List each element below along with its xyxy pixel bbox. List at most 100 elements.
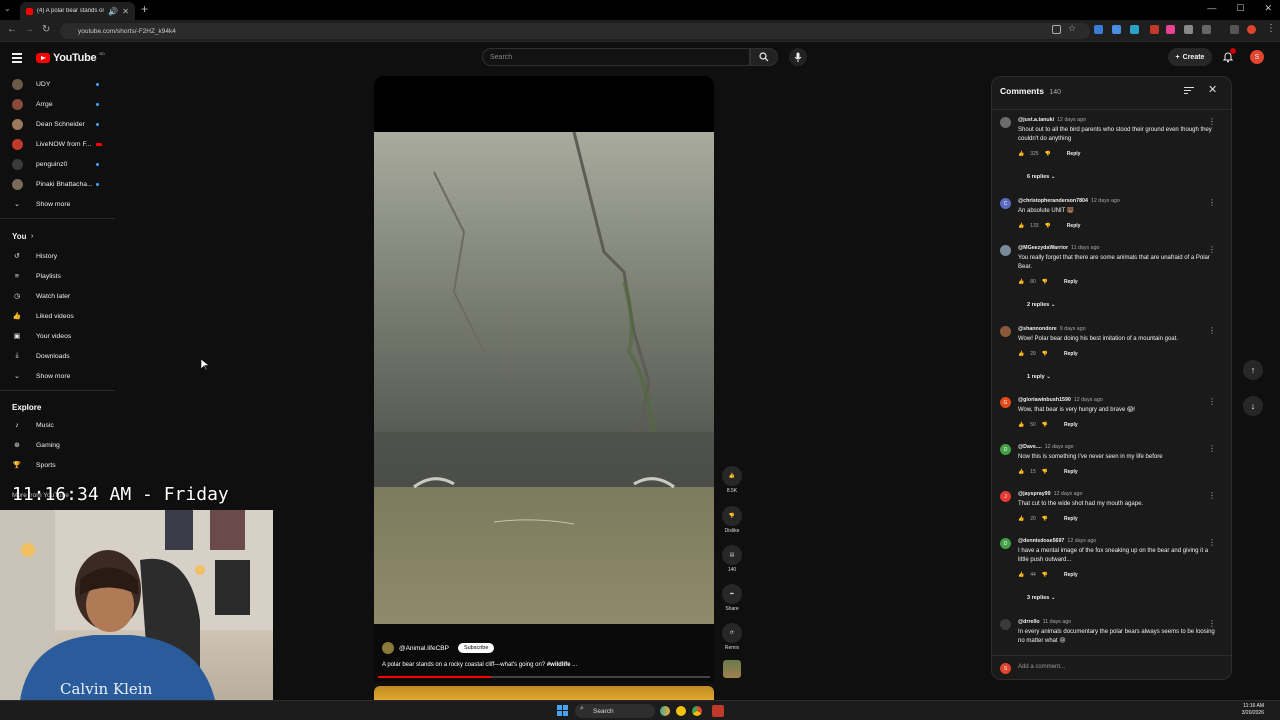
remix-button[interactable]: ⟳ Remix (720, 623, 744, 651)
next-short-button[interactable]: ↓ (1243, 396, 1263, 416)
subscription-item[interactable]: penguinz0 (0, 154, 115, 174)
extension-icon[interactable] (1166, 25, 1175, 34)
comment-more-icon[interactable]: ⋮ (1208, 538, 1216, 547)
browser-tab[interactable]: (4) A polar bear stands on 🔊 ✕ (20, 2, 135, 20)
tab-search-icon[interactable]: ⌄ (4, 4, 11, 13)
comment-more-icon[interactable]: ⋮ (1208, 444, 1216, 453)
extension-icon[interactable] (1094, 25, 1103, 34)
thumbs-up-icon[interactable]: 👍 (1018, 223, 1024, 229)
subscription-item[interactable]: Dean Schneider (0, 114, 115, 134)
widget-icon[interactable] (660, 706, 670, 716)
sidebar-item-music[interactable]: ♪ Music (0, 415, 115, 435)
next-short-preview[interactable] (374, 686, 714, 700)
commenter-avatar[interactable]: G (1000, 397, 1011, 408)
sidebar-item-liked-videos[interactable]: 👍 Liked videos (0, 306, 115, 326)
tab-audio-icon[interactable]: 🔊 (108, 7, 118, 16)
sidebar-item-downloads[interactable]: ⤓ Downloads (0, 346, 115, 366)
tab-close-icon[interactable]: ✕ (122, 7, 129, 16)
search-input[interactable]: Search (482, 48, 750, 66)
voice-search-button[interactable] (789, 48, 807, 66)
progress-bar[interactable] (378, 676, 710, 678)
thumbs-down-icon[interactable]: 👎 (1042, 516, 1048, 522)
comment-more-icon[interactable]: ⋮ (1208, 326, 1216, 335)
thumbs-down-icon[interactable]: 👎 (1045, 151, 1051, 157)
chrome-icon[interactable] (692, 706, 702, 716)
account-avatar[interactable]: S (1250, 50, 1264, 64)
extension-icon[interactable] (1184, 25, 1193, 34)
commenter-avatar[interactable] (1000, 619, 1011, 630)
thumbs-down-icon[interactable]: 👎 (1045, 223, 1051, 229)
close-comments-icon[interactable]: ✕ (1208, 83, 1217, 96)
reply-button[interactable]: Reply (1067, 151, 1081, 157)
thumbs-up-icon[interactable]: 👍 (1018, 422, 1024, 428)
new-tab-button[interactable]: + (141, 2, 148, 16)
thumbs-up-icon[interactable]: 👍 (1018, 151, 1024, 157)
url-bar[interactable]: youtube.com/shorts/-F2HZ_k94k4 (60, 23, 1090, 39)
reply-button[interactable]: Reply (1064, 516, 1078, 522)
share-button[interactable]: ➦ Share (720, 584, 744, 612)
taskbar-search[interactable]: Search (575, 704, 655, 718)
show-more-you[interactable]: ⌄ Show more (0, 366, 115, 386)
comment-more-icon[interactable]: ⋮ (1208, 619, 1216, 628)
sort-icon[interactable] (1184, 87, 1194, 96)
commenter-avatar[interactable] (1000, 326, 1011, 337)
comment-author[interactable]: @dennisdose5697 12 days ago (1018, 538, 1096, 544)
comment-author[interactable]: @just.a.tanuki 12 days ago (1018, 117, 1086, 123)
commenter-avatar[interactable]: D (1000, 538, 1011, 549)
install-icon[interactable] (1052, 25, 1061, 34)
sidebar-item-gaming[interactable]: ⊛ Gaming (0, 435, 115, 455)
sound-thumbnail[interactable] (720, 660, 744, 678)
comments-button[interactable]: ▤ 140 (720, 545, 744, 573)
comment-author[interactable]: @christopheranderson7804 12 days ago (1018, 198, 1120, 204)
thumbs-down-icon[interactable]: 👎 (1042, 422, 1048, 428)
comment-more-icon[interactable]: ⋮ (1208, 397, 1216, 406)
comment-author[interactable]: @drrello 11 days ago (1018, 619, 1071, 625)
sidebar-item-watch-later[interactable]: ◷ Watch later (0, 286, 115, 306)
commenter-avatar[interactable]: J (1000, 491, 1011, 502)
shorts-player[interactable]: @Animal.lifeCBP Subscribe A polar bear s… (374, 76, 714, 682)
subscribe-button[interactable]: Subscribe (457, 643, 495, 653)
reply-button[interactable]: Reply (1064, 279, 1078, 285)
thumbs-up-icon[interactable]: 👍 (1018, 469, 1024, 475)
reply-button[interactable]: Reply (1064, 351, 1078, 357)
thumbs-up-icon[interactable]: 👍 (1018, 279, 1024, 285)
reload-icon[interactable]: ↻ (42, 24, 50, 35)
commenter-avatar[interactable] (1000, 245, 1011, 256)
browser-menu-icon[interactable]: ⋮ (1266, 23, 1276, 34)
back-icon[interactable]: ← (7, 24, 17, 35)
bookmark-star-icon[interactable]: ☆ (1068, 23, 1076, 34)
you-section-link[interactable]: You › (0, 226, 115, 246)
short-hashtag[interactable]: #wildlife (547, 662, 571, 668)
subscription-item[interactable]: UDY (0, 74, 115, 94)
forward-icon[interactable]: → (24, 24, 34, 35)
windows-start-icon[interactable] (557, 705, 568, 716)
dislike-button[interactable]: 👎 Dislike (720, 506, 744, 534)
comment-author[interactable]: @gloriawinbush1590 12 days ago (1018, 397, 1103, 403)
menu-icon[interactable] (12, 53, 22, 65)
app-icon[interactable] (676, 706, 686, 716)
thumbs-up-icon[interactable]: 👍 (1018, 572, 1024, 578)
reply-button[interactable]: Reply (1064, 469, 1078, 475)
thumbs-down-icon[interactable]: 👎 (1042, 279, 1048, 285)
commenter-avatar[interactable]: D (1000, 444, 1011, 455)
comment-more-icon[interactable]: ⋮ (1208, 117, 1216, 126)
add-comment-bar[interactable]: S Add a comment... (992, 655, 1231, 679)
previous-short-button[interactable]: ↑ (1243, 360, 1263, 380)
show-more-subscriptions[interactable]: ⌄ Show more (0, 194, 115, 214)
short-title[interactable]: A polar bear stands on a rocky coastal c… (382, 662, 577, 668)
thumbs-down-icon[interactable]: 👎 (1042, 469, 1048, 475)
extension-icon[interactable] (1150, 25, 1159, 34)
comment-author[interactable]: @jayspray99 12 days ago (1018, 491, 1082, 497)
sidebar-item-playlists[interactable]: ≡ Playlists (0, 266, 115, 286)
subscription-item[interactable]: Arrge (0, 94, 115, 114)
sidebar-item-sports[interactable]: 🏆 Sports (0, 455, 115, 475)
video-frame[interactable] (374, 132, 714, 624)
thumbs-up-icon[interactable]: 👍 (1018, 351, 1024, 357)
channel-avatar[interactable] (382, 642, 394, 654)
view-replies-button[interactable]: 6 replies ⌄ (1027, 174, 1055, 180)
reply-button[interactable]: Reply (1064, 422, 1078, 428)
comment-author[interactable]: @Dave.... 12 days ago (1018, 444, 1074, 450)
sidebar-item-history[interactable]: ↺ History (0, 246, 115, 266)
view-replies-button[interactable]: 1 reply ⌄ (1027, 374, 1051, 380)
view-replies-button[interactable]: 2 replies ⌄ (1027, 302, 1055, 308)
